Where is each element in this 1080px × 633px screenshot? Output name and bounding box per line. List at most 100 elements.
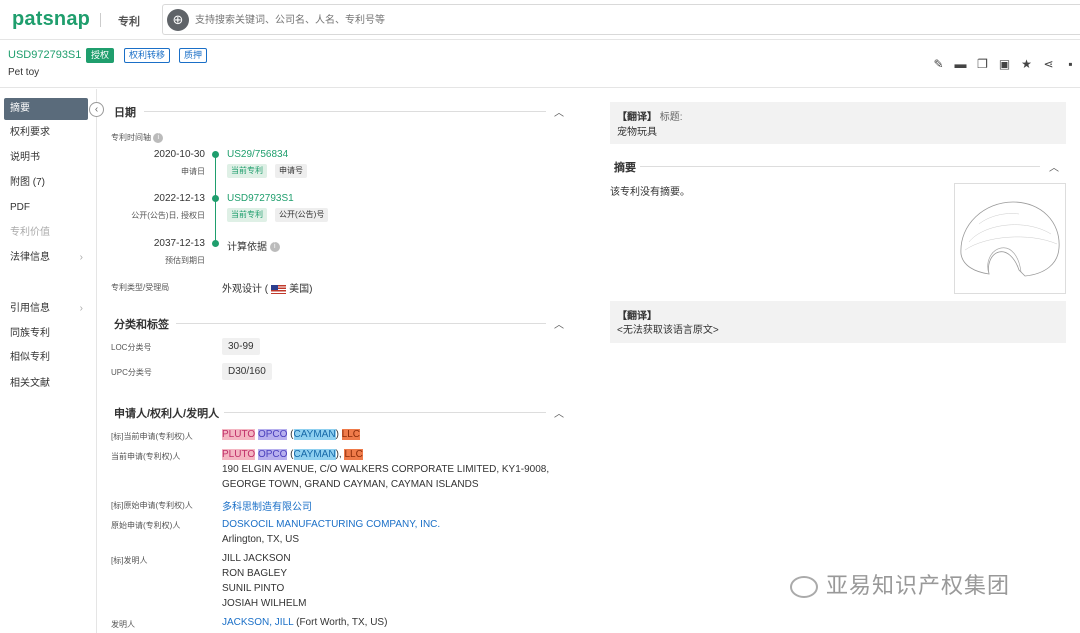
pet-toy-drawing — [960, 201, 1060, 277]
status-badge-granted: 授权 — [86, 48, 115, 63]
share-icon[interactable]: ⋖ — [1041, 57, 1056, 72]
sidebar: 摘要 权利要求 说明书 附图 (7) PDF 专利价值 法律信息 › 引用信息 › … — [0, 89, 97, 633]
folder-icon[interactable]: ▬ — [953, 57, 968, 72]
sidebar-item-label: 专利价值 — [10, 227, 50, 238]
divider — [176, 323, 546, 324]
sidebar-item-value: 专利价值 — [0, 222, 97, 244]
loc-code[interactable]: 30-99 — [222, 338, 260, 355]
abstract-translation-box: 【翻译】 <无法获取该语言原文> — [610, 301, 1066, 343]
loc-label: LOC分类号 — [111, 343, 152, 352]
info-icon[interactable]: i — [153, 132, 164, 143]
chevron-up-icon[interactable]: ︿ — [1049, 159, 1059, 174]
inventor-link[interactable]: JACKSON, JILL — [222, 617, 293, 628]
translation-value: <无法获取该语言原文> — [617, 325, 719, 336]
timeline-dot — [212, 195, 219, 202]
copy-icon[interactable]: ❐ — [975, 57, 990, 72]
watermark: 亚易知识产权集团 — [790, 568, 1010, 600]
title-translation-box: 【翻译】 标题: 宠物玩具 — [610, 102, 1066, 144]
toolbar: ✎ ▬ ❐ ▣ ★ ⋖ ▪ — [931, 57, 1078, 72]
sidebar-item-label: 附图 (7) — [10, 177, 45, 188]
sidebar-item-label: 法律信息 — [10, 252, 50, 263]
sidebar-item-abstract[interactable]: 摘要 — [4, 98, 88, 120]
inventor-name[interactable]: RON BAGLEY — [222, 568, 287, 579]
current-patent-chip: 当前专利 — [227, 208, 267, 222]
image-export-icon[interactable]: ▣ — [997, 57, 1012, 72]
section-title-classification: 分类和标签 — [114, 319, 169, 331]
collapse-sidebar-button[interactable]: ‹ — [89, 102, 104, 117]
search-input[interactable] — [195, 10, 895, 30]
sidebar-item-family[interactable]: 同族专利 — [0, 323, 97, 345]
top-bar: patsnap 专利 ⊕ — [0, 0, 1080, 40]
sidebar-item-label: 说明书 — [10, 152, 40, 163]
sidebar-item-figures[interactable]: 附图 (7) — [0, 172, 97, 194]
abstract-text: 该专利没有摘要。 — [610, 187, 690, 198]
sidebar-item-similar[interactable]: 相似专利 — [0, 347, 97, 369]
original-assignee[interactable]: DOSKOCIL MANUFACTURING COMPANY, INC. — [222, 519, 440, 530]
inventor-row: JACKSON, JILL (Fort Worth, TX, US) — [222, 617, 388, 628]
star-icon[interactable]: ★ — [1019, 57, 1034, 72]
current-assignee[interactable]: PLUTO OPCO (CAYMAN), LLC — [222, 449, 363, 460]
chevron-up-icon[interactable]: ︿ — [554, 104, 564, 119]
patent-type-label: 专利类型/受理局 — [111, 283, 170, 292]
title-translation-line: 【翻译】 标题: — [617, 112, 683, 123]
info-icon[interactable]: i — [269, 242, 280, 253]
current-assignee-std[interactable]: PLUTO OPCO (CAYMAN) LLC — [222, 429, 361, 440]
patent-header: USD972793S1 授权 权利转移 质押 Pet toy ✎ ▬ ❐ ▣ ★… — [0, 40, 1080, 88]
party-label: [标]原始申请(专利权)人 — [111, 501, 193, 510]
chevron-right-icon: › — [79, 252, 83, 263]
chevron-up-icon[interactable]: ︿ — [554, 405, 564, 420]
chevron-up-icon[interactable]: ︿ — [554, 316, 564, 331]
section-title-abstract: 摘要 — [614, 162, 636, 174]
patent-title: Pet toy — [8, 67, 40, 78]
sidebar-item-label: PDF — [10, 202, 30, 213]
inventor-name[interactable]: JOSIAH WILHELM — [222, 598, 306, 609]
upc-code[interactable]: D30/160 — [222, 363, 272, 380]
party-label: [标]发明人 — [111, 556, 148, 565]
divider — [144, 111, 546, 112]
sidebar-item-citations[interactable]: 引用信息 › — [0, 298, 97, 320]
timeline-dot — [212, 240, 219, 247]
category-selector[interactable]: 专利 — [118, 13, 140, 29]
sidebar-item-description[interactable]: 说明书 — [0, 147, 97, 169]
sidebar-item-legal[interactable]: 法律信息 › — [0, 247, 97, 269]
status-badge-transfer[interactable]: 权利转移 — [124, 48, 171, 63]
sidebar-item-label: 同族专利 — [10, 328, 50, 339]
inventor-name[interactable]: SUNIL PINTO — [222, 583, 284, 594]
party-label: 原始申请(专利权)人 — [111, 521, 181, 530]
us-flag-icon — [271, 284, 287, 294]
globe-icon[interactable]: ⊕ — [167, 9, 189, 31]
calc-basis: 计算依据 i — [227, 238, 280, 253]
sidebar-item-label: 相关文献 — [10, 378, 50, 389]
timeline-dot — [212, 151, 219, 158]
party-label: [标]当前申请(专利权)人 — [111, 432, 193, 441]
assignee-address-line: 190 ELGIN AVENUE, C/O WALKERS CORPORATE … — [222, 464, 550, 475]
chevron-right-icon: › — [79, 303, 83, 314]
divider — [640, 166, 1040, 167]
publication-number-link[interactable]: USD972793S1 — [227, 193, 294, 204]
translation-label: 【翻译】 — [617, 311, 657, 322]
more-icon[interactable]: ▪ — [1063, 57, 1078, 72]
sidebar-item-label: 引用信息 — [10, 303, 50, 314]
sidebar-item-related[interactable]: 相关文献 — [0, 373, 97, 395]
status-badge-pledge[interactable]: 质押 — [179, 48, 208, 63]
sidebar-item-pdf[interactable]: PDF — [0, 197, 97, 219]
patsnap-logo[interactable]: patsnap — [12, 8, 90, 31]
timeline-sub-label: 申请日 — [181, 167, 205, 176]
timeline-label: 专利时间轴 i — [111, 132, 164, 143]
divider — [100, 13, 101, 27]
original-assignee-address: Arlington, TX, US — [222, 534, 300, 545]
party-label: 发明人 — [111, 620, 135, 629]
search-box[interactable]: ⊕ — [162, 4, 1080, 35]
timeline-sub-label: 公开(公告)日, 授权日 — [131, 211, 205, 220]
figure-thumbnail[interactable] — [954, 183, 1066, 294]
sidebar-item-claims[interactable]: 权利要求 — [0, 122, 97, 144]
assignee-address-line: GEORGE TOWN, GRAND CAYMAN, CAYMAN ISLAND… — [222, 479, 479, 490]
edit-note-icon[interactable]: ✎ — [931, 57, 946, 72]
current-patent-chip: 当前专利 — [227, 164, 267, 178]
wechat-icon — [790, 576, 818, 599]
timeline-date: 2037-12-13 — [153, 238, 205, 249]
sidebar-item-label: 权利要求 — [10, 127, 50, 138]
original-assignee-std[interactable]: 多科思制造有限公司 — [222, 498, 312, 513]
inventor-name[interactable]: JILL JACKSON — [222, 553, 291, 564]
application-number-link[interactable]: US29/756834 — [227, 149, 288, 160]
